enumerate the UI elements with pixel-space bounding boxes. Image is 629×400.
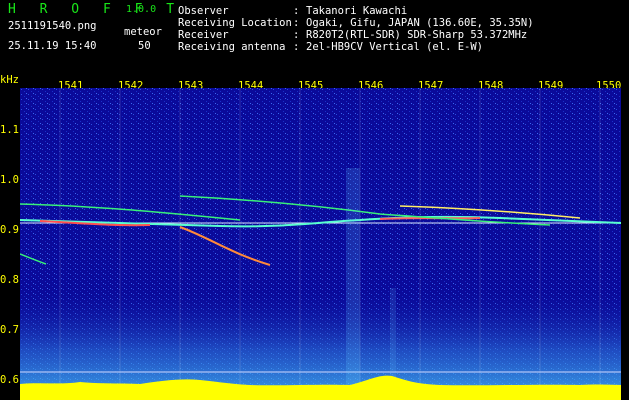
observer-value: Takanori Kawachi — [306, 5, 408, 17]
spectrogram-canvas — [20, 88, 621, 400]
meteor-count: 50 — [138, 40, 151, 52]
receiver-label: Receiver — [178, 29, 229, 41]
header-panel: H R O F F T 1.0.0 2511191540.png 25.11.1… — [0, 0, 629, 58]
y-tick: 1.0 — [0, 174, 19, 186]
capture-datetime: 25.11.19 15:40 — [8, 40, 97, 52]
meteor-label: meteor — [124, 26, 162, 38]
y-tick: 1.1 — [0, 124, 19, 136]
location-sep: : — [293, 17, 300, 29]
receiver-sep: : — [293, 29, 300, 41]
noise-gradient — [20, 288, 621, 400]
antenna-sep: : — [293, 41, 300, 53]
antenna-label: Receiving antenna — [178, 41, 286, 53]
y-tick: 0.9 — [0, 224, 19, 236]
y-tick: 0.7 — [0, 324, 19, 336]
meteor-smear — [346, 168, 360, 400]
observer-label: Observer — [178, 5, 229, 17]
location-value: Ogaki, Gifu, JAPAN (136.60E, 35.35N) — [306, 17, 534, 29]
location-label: Receiving Location — [178, 17, 292, 29]
y-tick: 0.6 — [0, 374, 19, 386]
receiver-value: R820T2(RTL-SDR) SDR-Sharp 53.372MHz — [306, 29, 528, 41]
spectrogram — [20, 88, 621, 400]
capture-filename: 2511191540.png — [8, 20, 97, 32]
app-version: 1.0.0 — [126, 4, 157, 15]
observer-sep: : — [293, 5, 300, 17]
y-tick: 0.8 — [0, 274, 19, 286]
y-axis-unit: kHz — [0, 74, 19, 86]
antenna-value: 2el-HB9CV Vertical (el. E-W) — [306, 41, 484, 53]
